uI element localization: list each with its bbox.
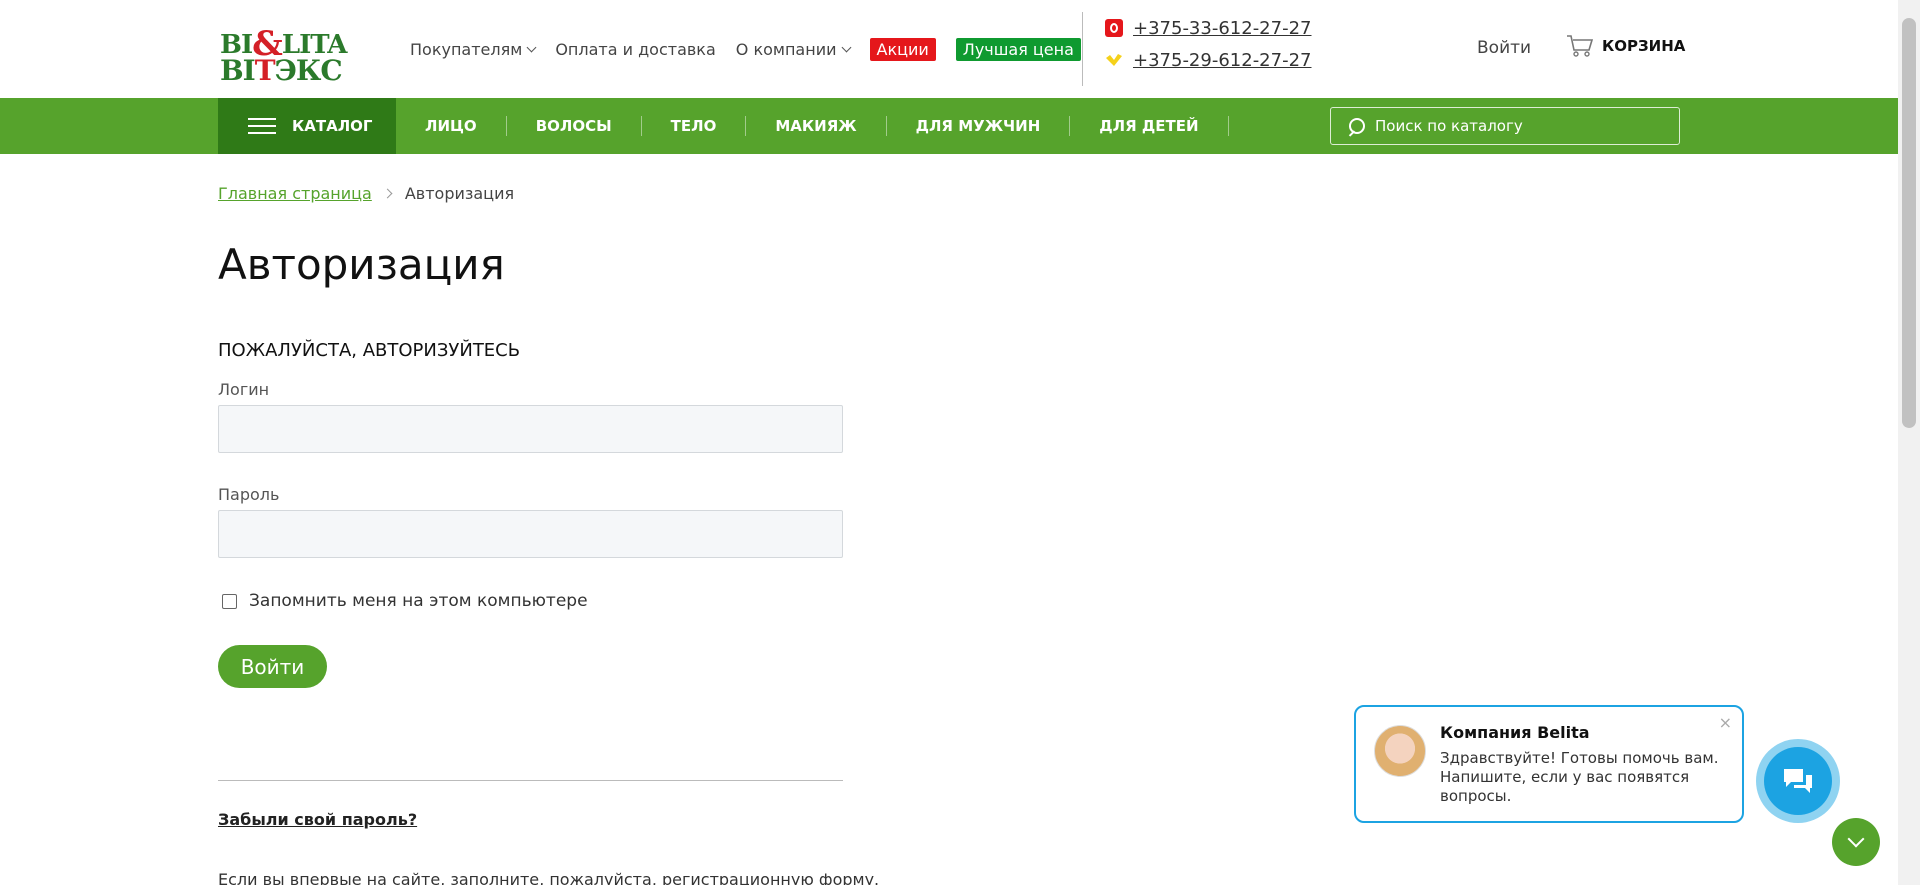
promo-badge-link[interactable]: Акции [869,38,936,61]
header-login-link[interactable]: Войти [1477,38,1531,58]
nav-item-hair[interactable]: ВОЛОСЫ [507,116,642,136]
chat-message: Здравствуйте! Готовы помочь вам. Напишит… [1440,749,1719,805]
topnav-item-about[interactable]: О компании [736,40,851,59]
divider [218,780,843,781]
cart-button[interactable]: КОРЗИНА [1566,34,1685,58]
close-icon[interactable]: × [1719,713,1732,732]
chat-title: Компания Belita [1440,723,1590,742]
remember-me[interactable]: Запомнить меня на этом компьютере [222,591,588,611]
nav-item-makeup[interactable]: МАКИЯЖ [746,116,887,136]
password-input[interactable] [218,510,843,558]
catalog-button[interactable]: КАТАЛОГ [218,98,396,154]
avatar [1374,725,1426,777]
page: BI&LITA BITЭКС Покупателям Оплата и дост… [0,0,1920,885]
cart-icon [1567,35,1594,57]
phone-link-1[interactable]: +375-33-612-27-27 [1133,18,1312,39]
mts-operator-icon [1105,19,1123,37]
login-submit-button[interactable]: Войти [218,645,327,688]
top-nav: Покупателям Оплата и доставка О компании… [410,38,1101,61]
chat-open-button[interactable] [1756,739,1840,823]
main-nav: КАТАЛОГ ЛИЦО ВОЛОСЫ ТЕЛО МАКИЯЖ ДЛЯ МУЖЧ… [0,98,1898,154]
chevron-down-icon [1847,830,1865,848]
best-price-badge-link[interactable]: Лучшая цена [955,38,1081,61]
header: BI&LITA BITЭКС Покупателям Оплата и дост… [0,0,1898,98]
login-input[interactable] [218,405,843,453]
search-input[interactable]: Поиск по каталогу [1330,107,1680,145]
chevron-down-icon [841,42,851,53]
chat-icon [1784,769,1812,793]
breadcrumb-home-link[interactable]: Главная страница [218,184,372,203]
phone-link-2[interactable]: +375-29-612-27-27 [1133,50,1312,71]
nav-item-body[interactable]: ТЕЛО [642,116,747,136]
site-logo[interactable]: BI&LITA BITЭКС [218,14,368,87]
scroll-down-button[interactable] [1832,818,1880,866]
scrollbar-thumb[interactable] [1902,18,1916,428]
register-text: Если вы впервые на сайте, заполните, пож… [218,870,880,885]
remember-me-label: Запомнить меня на этом компьютере [249,591,588,611]
nav-item-kids[interactable]: ДЛЯ ДЕТЕЙ [1070,116,1229,136]
category-nav: ЛИЦО ВОЛОСЫ ТЕЛО МАКИЯЖ ДЛЯ МУЖЧИН ДЛЯ Д… [396,98,1229,154]
scrollbar[interactable] [1898,0,1920,885]
search-icon [1349,118,1365,134]
topnav-item-customers[interactable]: Покупателям [410,40,537,59]
breadcrumb: Главная страница Авторизация [218,184,514,203]
nav-item-face[interactable]: ЛИЦО [396,116,507,136]
login-label: Логин [218,380,270,399]
chevron-down-icon [526,42,537,53]
remember-me-checkbox[interactable] [222,593,237,609]
phones: +375-33-612-27-27 +375-29-612-27-27 [1105,12,1312,76]
topnav-item-payment-delivery[interactable]: Оплата и доставка [555,40,715,59]
menu-icon [248,113,276,139]
chevron-right-icon [382,188,393,199]
page-title: Авторизация [218,240,505,289]
divider [1082,12,1083,86]
forgot-password-link[interactable]: Забыли свой пароль? [218,810,417,829]
a1-operator-icon [1105,51,1123,69]
password-label: Пароль [218,485,280,504]
chat-greeting-popup[interactable]: Компания Belita Здравствуйте! Готовы пом… [1354,705,1744,823]
nav-item-men[interactable]: ДЛЯ МУЖЧИН [887,116,1071,136]
form-heading: ПОЖАЛУЙСТА, АВТОРИЗУЙТЕСЬ [218,340,521,361]
breadcrumb-current: Авторизация [404,184,515,203]
